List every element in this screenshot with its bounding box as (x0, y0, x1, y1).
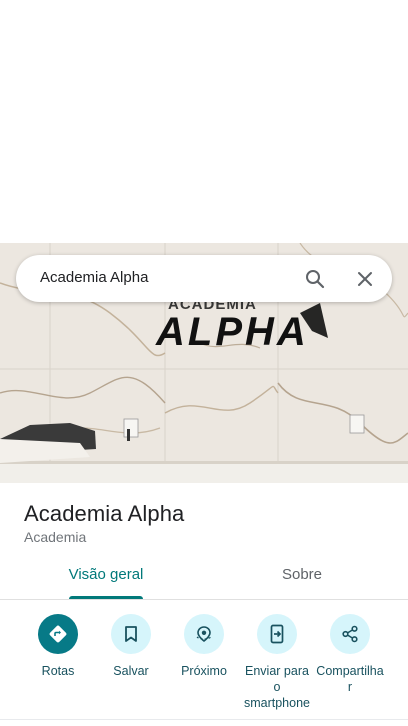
directions-icon (38, 614, 78, 654)
place-category[interactable]: Academia (24, 529, 86, 545)
send-to-phone-icon (257, 614, 297, 654)
search-bar[interactable]: Academia Alpha (16, 255, 392, 302)
nearby-label: Próximo (181, 664, 227, 678)
send-to-phone-label-line-1: Enviar para (245, 664, 309, 678)
share-button[interactable]: Compartilha r (310, 614, 390, 695)
tabs-divider (0, 599, 408, 600)
directions-button[interactable]: Rotas (18, 614, 98, 679)
save-button[interactable]: Salvar (91, 614, 171, 679)
send-to-phone-label-line-3: smartphone (243, 696, 310, 710)
sign-text: ALPHA (155, 310, 309, 354)
send-to-phone-label-line-2: o (273, 680, 281, 694)
tab-about[interactable]: Sobre (250, 566, 354, 600)
tab-overview[interactable]: Visão geral (54, 566, 158, 600)
nearby-icon (184, 614, 224, 654)
close-icon[interactable] (352, 266, 378, 292)
place-title: Academia Alpha (24, 501, 185, 526)
nearby-button[interactable]: Próximo (164, 614, 244, 679)
share-label: Compartilha r (316, 663, 383, 695)
send-to-phone-label: Enviar para o smartphone (244, 663, 310, 711)
share-label-line-2: r (347, 680, 353, 694)
bottom-divider (0, 719, 408, 720)
search-icon[interactable] (302, 266, 328, 292)
directions-label: Rotas (41, 664, 75, 678)
bookmark-icon (111, 614, 151, 654)
send-to-phone-button[interactable]: Enviar para o smartphone (237, 614, 317, 711)
share-label-line-1: Compartilha (316, 664, 384, 678)
place-panel: ACADEMIA ALPHA Academia Alpha Academia A… (0, 0, 408, 726)
share-icon (330, 614, 370, 654)
save-label: Salvar (113, 664, 149, 678)
search-query[interactable]: Academia Alpha (40, 269, 148, 286)
